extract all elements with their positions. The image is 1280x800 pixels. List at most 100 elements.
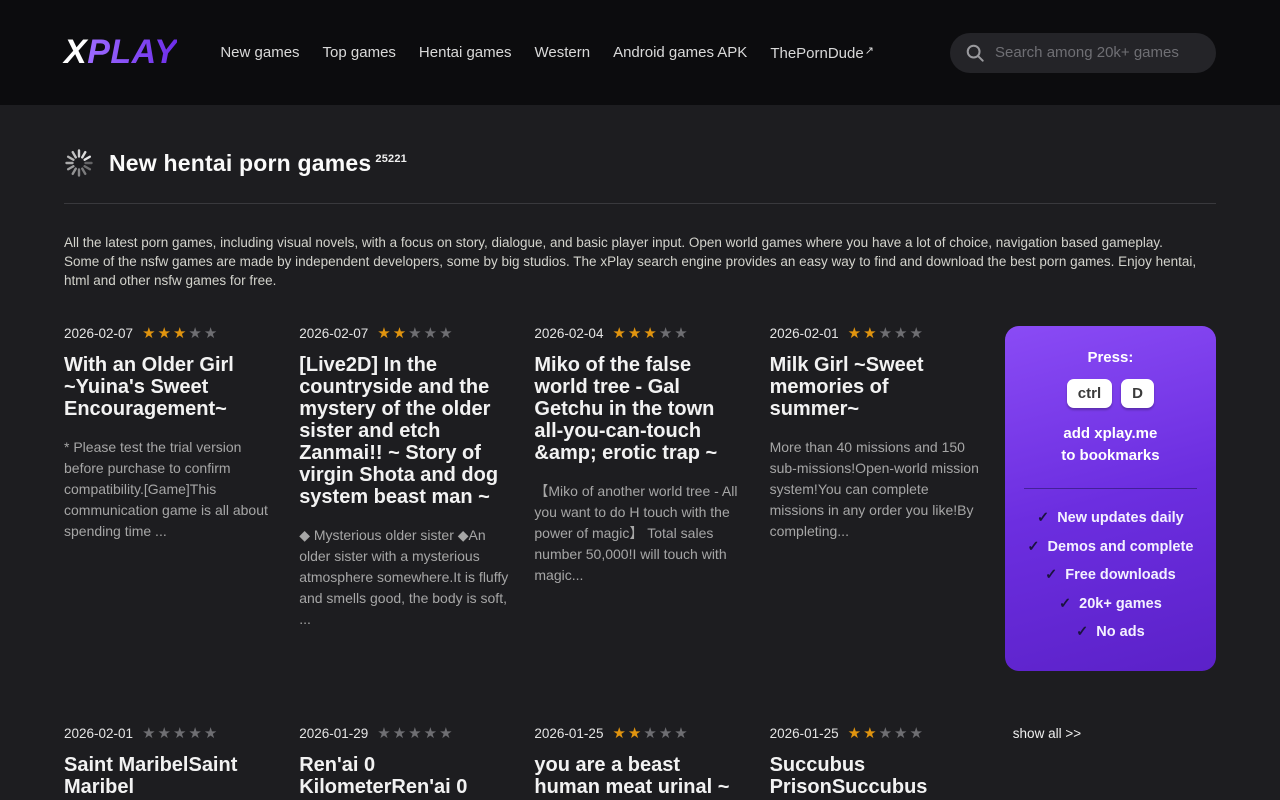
- star-icon: ★: [158, 725, 173, 742]
- feature-item: ✓Demos and complete: [1019, 539, 1202, 555]
- nav-item[interactable]: Hentai games: [419, 44, 512, 61]
- game-title[interactable]: Ren'ai 0 KilometerRen'ai 0 Kilometer: [299, 754, 510, 800]
- game-card[interactable]: 2026-02-01 ★★★★★ Milk Girl ~Sweet memori…: [770, 326, 981, 671]
- star-icon: ★: [863, 725, 878, 742]
- logo-x: X: [64, 33, 87, 71]
- game-title[interactable]: Succubus PrisonSuccubus Prison: [770, 754, 981, 800]
- game-title[interactable]: Saint MaribelSaint Maribel: [64, 754, 275, 798]
- star-icon: ★: [894, 725, 909, 742]
- nav-item[interactable]: Android games APK: [613, 44, 747, 61]
- nav-item[interactable]: Top games: [323, 44, 396, 61]
- star-icon: ★: [424, 325, 439, 342]
- star-rating: ★★★★★: [377, 326, 454, 341]
- star-rating: ★★★★★: [142, 326, 219, 341]
- game-card[interactable]: 2026-02-01 ★★★★★ Saint MaribelSaint Mari…: [64, 726, 275, 800]
- card-meta: 2026-02-07 ★★★★★: [299, 326, 510, 341]
- game-card[interactable]: 2026-01-29 ★★★★★ Ren'ai 0 KilometerRen'a…: [299, 726, 510, 800]
- star-icon: ★: [142, 325, 157, 342]
- feature-item: ✓20k+ games: [1019, 596, 1202, 612]
- star-icon: ★: [424, 725, 439, 742]
- star-rating: ★★★★★: [612, 726, 689, 741]
- ctrl-key[interactable]: ctrl: [1067, 379, 1112, 408]
- star-icon: ★: [674, 725, 689, 742]
- game-title[interactable]: With an Older Girl ~Yuina's Sweet Encour…: [64, 354, 275, 420]
- feature-item: ✓New updates daily: [1019, 510, 1202, 526]
- star-icon: ★: [659, 725, 674, 742]
- release-date: 2026-02-01: [64, 726, 133, 741]
- game-title[interactable]: you are a beast human meat urinal ~ tane…: [534, 754, 745, 800]
- star-icon: ★: [848, 325, 863, 342]
- game-card[interactable]: 2026-01-25 ★★★★★ you are a beast human m…: [534, 726, 745, 800]
- star-icon: ★: [909, 325, 924, 342]
- game-card[interactable]: 2026-02-04 ★★★★★ Miko of the false world…: [534, 326, 745, 671]
- press-label: Press:: [1019, 349, 1202, 366]
- star-icon: ★: [879, 725, 894, 742]
- promo-divider: [1024, 488, 1197, 489]
- spinner-icon: [64, 148, 94, 178]
- main-content: New hentai porn games25221 All the lates…: [0, 148, 1280, 800]
- page-title: New hentai porn games25221: [109, 150, 407, 177]
- star-icon: ★: [393, 325, 408, 342]
- card-meta: 2026-02-01 ★★★★★: [770, 326, 981, 341]
- star-icon: ★: [863, 325, 878, 342]
- game-title[interactable]: Miko of the false world tree - Gal Getch…: [534, 354, 745, 464]
- nav-item[interactable]: Western: [534, 44, 590, 61]
- star-icon: ★: [393, 725, 408, 742]
- game-title[interactable]: Milk Girl ~Sweet memories of summer~: [770, 354, 981, 420]
- star-icon: ★: [628, 325, 643, 342]
- page-title-row: New hentai porn games25221: [64, 148, 1216, 178]
- checkmark-icon: ✓: [1037, 510, 1049, 526]
- release-date: 2026-01-25: [770, 726, 839, 741]
- nav-item[interactable]: ThePornDude↗: [770, 44, 874, 62]
- star-icon: ★: [612, 325, 627, 342]
- star-icon: ★: [894, 325, 909, 342]
- star-icon: ★: [879, 325, 894, 342]
- card-meta: 2026-01-25 ★★★★★: [534, 726, 745, 741]
- star-rating: ★★★★★: [848, 326, 925, 341]
- search-input[interactable]: [995, 44, 1201, 61]
- d-key[interactable]: D: [1121, 379, 1154, 408]
- star-icon: ★: [628, 725, 643, 742]
- bookmarks-label: to bookmarks: [1061, 447, 1159, 464]
- star-icon: ★: [408, 325, 423, 342]
- star-rating: ★★★★★: [612, 326, 689, 341]
- star-icon: ★: [674, 325, 689, 342]
- search-icon: [965, 43, 985, 63]
- nav-item[interactable]: New games: [220, 44, 299, 61]
- xplay-logo[interactable]: XPLAY: [64, 33, 177, 72]
- star-icon: ★: [173, 725, 188, 742]
- feature-item: ✓No ads: [1019, 624, 1202, 640]
- star-icon: ★: [659, 325, 674, 342]
- release-date: 2026-02-04: [534, 326, 603, 341]
- star-rating: ★★★★★: [142, 726, 219, 741]
- game-card[interactable]: 2026-01-25 ★★★★★ Succubus PrisonSuccubus…: [770, 726, 981, 800]
- star-icon: ★: [909, 725, 924, 742]
- checkmark-icon: ✓: [1027, 539, 1039, 555]
- games-count: 25221: [375, 153, 407, 165]
- star-icon: ★: [643, 325, 658, 342]
- star-icon: ★: [142, 725, 157, 742]
- external-link-arrow-icon: ↗: [865, 45, 874, 57]
- checkmark-icon: ✓: [1076, 624, 1088, 640]
- show-all-link[interactable]: show all >>: [1013, 726, 1081, 800]
- search-box[interactable]: [950, 33, 1216, 73]
- bookmark-promo-card: Press: ctrl D add xplay.me to bookmarks …: [1005, 326, 1216, 671]
- add-label: add: [1063, 425, 1090, 442]
- star-icon: ★: [377, 725, 392, 742]
- intro-line-2: Some of the nsfw games are made by indep…: [64, 254, 1196, 288]
- game-card[interactable]: 2026-02-07 ★★★★★ With an Older Girl ~Yui…: [64, 326, 275, 671]
- card-meta: 2026-02-04 ★★★★★: [534, 326, 745, 341]
- release-date: 2026-01-25: [534, 726, 603, 741]
- game-title[interactable]: [Live2D] In the countryside and the myst…: [299, 354, 510, 508]
- star-icon: ★: [204, 725, 219, 742]
- star-icon: ★: [204, 325, 219, 342]
- star-icon: ★: [188, 725, 203, 742]
- main-nav: New games Top games Hentai games Western And…: [220, 44, 874, 62]
- divider: [64, 203, 1216, 204]
- xplay-link[interactable]: xplay.me: [1094, 425, 1157, 442]
- release-date: 2026-02-07: [299, 326, 368, 341]
- star-icon: ★: [173, 325, 188, 342]
- star-icon: ★: [439, 325, 454, 342]
- game-card[interactable]: 2026-02-07 ★★★★★ [Live2D] In the country…: [299, 326, 510, 671]
- game-description: * Please test the trial version before p…: [64, 437, 275, 542]
